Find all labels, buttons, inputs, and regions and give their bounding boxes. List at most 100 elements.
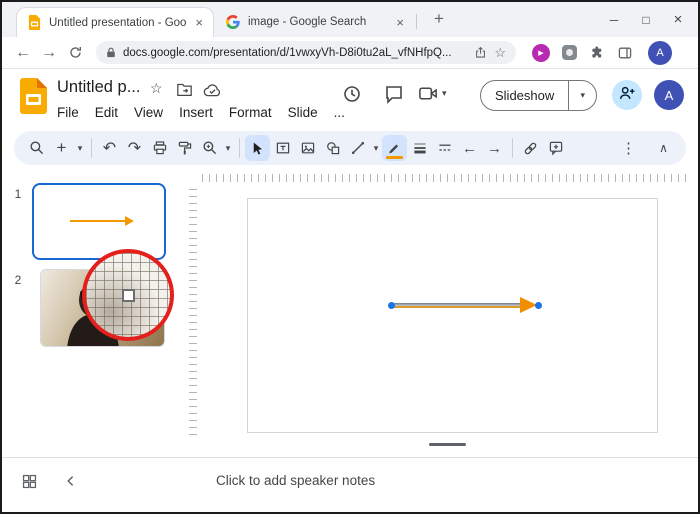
back-button[interactable]: ← (10, 40, 36, 66)
tab-title: Untitled presentation - Google S (49, 16, 187, 29)
tab-close-icon[interactable]: × (193, 16, 205, 29)
workspace: 1 2 (2, 167, 698, 457)
slide-canvas[interactable] (247, 198, 658, 433)
maximize-button[interactable]: □ (630, 2, 662, 37)
tab-strip: Untitled presentation - Google S × image… (2, 2, 698, 37)
horizontal-ruler (202, 174, 690, 182)
browser-profile-avatar[interactable]: A (648, 40, 672, 65)
extensions-puzzle-icon[interactable] (586, 42, 608, 64)
star-document-icon[interactable]: ☆ (150, 80, 163, 97)
side-panel-icon[interactable] (614, 42, 636, 64)
share-button[interactable] (612, 80, 642, 110)
navigation-bar: ← → docs.google.com/presentation/d/1vwxy… (2, 37, 698, 69)
undo-icon[interactable]: ↶ (97, 135, 122, 161)
slide-number: 2 (14, 273, 22, 287)
paint-format-icon[interactable] (172, 135, 197, 161)
share-page-icon[interactable] (474, 46, 487, 59)
slideshow-button[interactable]: Slideshow (481, 88, 568, 103)
zoom-icon[interactable] (197, 135, 222, 161)
line-end-arrow-icon[interactable]: → (482, 135, 507, 161)
hide-menus-chevron-icon[interactable]: ∧ (651, 135, 676, 161)
search-menus-icon[interactable] (24, 135, 49, 161)
account-avatar[interactable]: A (654, 80, 684, 110)
more-options-icon[interactable]: ⋮ (616, 135, 641, 161)
new-slide-caret-icon[interactable]: ▾ (74, 143, 86, 154)
menu-overflow[interactable]: ... (331, 104, 348, 121)
chevron-down-icon: ▾ (580, 90, 586, 100)
url-text: docs.google.com/presentation/d/1vwxyVh-D… (123, 46, 452, 59)
menu-view[interactable]: View (131, 104, 166, 121)
add-comment-icon[interactable] (543, 135, 568, 161)
move-folder-icon[interactable] (176, 82, 193, 97)
menu-slide[interactable]: Slide (285, 104, 321, 121)
menu-file[interactable]: File (54, 104, 82, 121)
insert-line-icon[interactable] (345, 135, 370, 161)
slide-number: 1 (14, 187, 22, 201)
toolbar: + ▾ ↶ ↷ ▾ ▾ ← → ⋮ ∧ (14, 131, 686, 165)
chevron-down-icon[interactable]: ▾ (442, 88, 447, 99)
play-icon: ▶ (532, 43, 550, 62)
minimize-button[interactable]: ─ (598, 2, 630, 37)
line-dash-icon[interactable] (432, 135, 457, 161)
print-icon[interactable] (147, 135, 172, 161)
selection-handle-start[interactable] (388, 302, 395, 309)
menu-edit[interactable]: Edit (92, 104, 121, 121)
slides-favicon-icon (27, 15, 42, 30)
toolbar-divider (239, 138, 240, 158)
thumbnail-arrow-head (125, 216, 134, 226)
magnified-grid-square (122, 289, 135, 302)
meet-camera-icon[interactable]: ▾ (418, 84, 447, 102)
tab-title: image - Google Search (248, 16, 367, 28)
toolbar-divider (512, 138, 513, 158)
speaker-notes-placeholder[interactable]: Click to add speaker notes (216, 473, 375, 488)
new-slide-button[interactable]: + (49, 135, 74, 161)
bookmark-star-icon[interactable]: ☆ (494, 45, 506, 61)
window-controls: ─ □ × (598, 2, 694, 37)
collapse-filmstrip-chevron-icon[interactable] (60, 471, 80, 491)
zoom-caret-icon[interactable]: ▾ (222, 143, 234, 154)
redo-icon[interactable]: ↷ (122, 135, 147, 161)
extension-icon[interactable] (558, 42, 580, 64)
tab-untitled-presentation[interactable]: Untitled presentation - Google S × (16, 7, 214, 37)
forward-button[interactable]: → (36, 40, 62, 66)
selection-handle-end[interactable] (535, 302, 542, 309)
tab-separator (416, 14, 417, 29)
version-history-icon[interactable] (342, 84, 362, 104)
close-window-button[interactable]: × (662, 2, 694, 37)
line-color-pen-icon[interactable] (382, 135, 407, 161)
reload-icon[interactable] (62, 40, 88, 66)
address-bar[interactable]: docs.google.com/presentation/d/1vwxyVh-D… (96, 41, 516, 64)
red-circle-annotation (82, 249, 174, 341)
tab-image-search[interactable]: image - Google Search × (216, 7, 414, 37)
slideshow-options-caret[interactable]: ▾ (568, 80, 596, 111)
insert-shape-icon[interactable] (320, 135, 345, 161)
grid-view-icon[interactable] (18, 470, 40, 492)
insert-link-icon[interactable] (518, 135, 543, 161)
screen-record-extension-icon[interactable]: ▶ (530, 42, 552, 64)
slides-logo-icon[interactable] (20, 78, 47, 114)
menu-bar: File Edit View Insert Format Slide ... (54, 104, 348, 121)
horizontal-scrollbar[interactable] (429, 443, 466, 446)
slide-thumbnail-1[interactable] (32, 183, 166, 260)
lock-icon (106, 46, 116, 59)
line-caret-icon[interactable]: ▾ (370, 143, 382, 154)
line-weight-icon[interactable] (407, 135, 432, 161)
menu-format[interactable]: Format (226, 104, 275, 121)
tab-close-icon[interactable]: × (394, 16, 406, 29)
app-header: Untitled p... ☆ File Edit View Insert Fo… (2, 70, 698, 126)
insert-image-icon[interactable] (295, 135, 320, 161)
document-title[interactable]: Untitled p... (57, 78, 140, 97)
speaker-notes-panel: Click to add speaker notes (2, 457, 698, 512)
comments-icon[interactable] (384, 84, 404, 104)
slideshow-split-button: Slideshow ▾ (480, 80, 598, 111)
new-tab-button[interactable]: + (426, 6, 452, 32)
select-cursor-icon[interactable] (245, 135, 270, 161)
person-add-icon (618, 84, 636, 107)
line-start-arrow-icon[interactable]: ← (457, 135, 482, 161)
thumbnail-arrow-line (70, 220, 125, 222)
cloud-status-icon[interactable] (203, 83, 222, 97)
menu-insert[interactable]: Insert (176, 104, 216, 121)
arrow-line-shape[interactable] (393, 303, 526, 308)
text-box-icon[interactable] (270, 135, 295, 161)
extensions-row: ▶ A (530, 40, 672, 65)
